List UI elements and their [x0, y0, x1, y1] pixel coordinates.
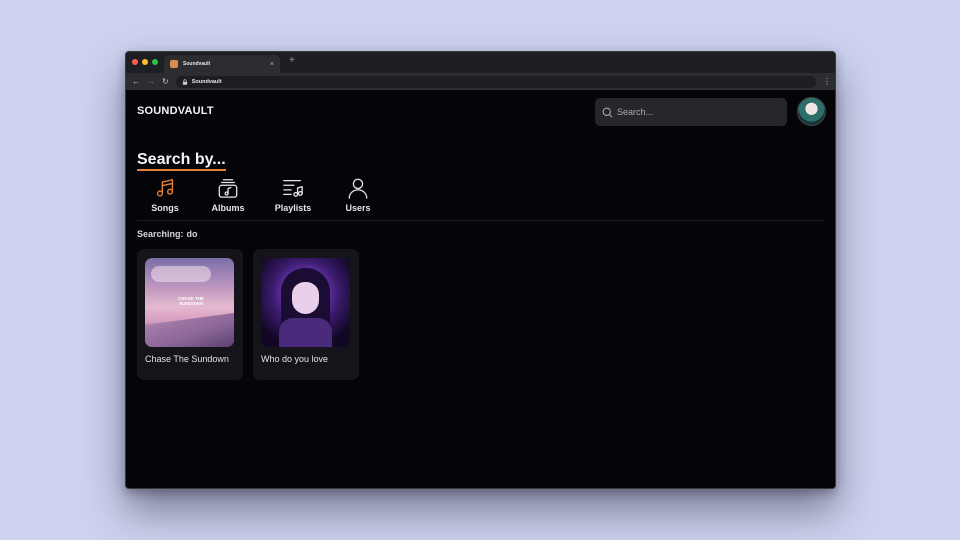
back-icon[interactable]: ←	[132, 77, 140, 86]
close-window-button[interactable]	[132, 59, 138, 65]
browser-menu-icon[interactable]: ⋮	[823, 77, 831, 86]
search-query: do	[186, 229, 198, 239]
searching-label: Searching:	[137, 229, 184, 239]
section-divider	[137, 220, 824, 221]
category-label: Users	[345, 203, 371, 213]
song-card[interactable]: CHASE THE SUNDOWN Chase The Sundown	[137, 249, 243, 380]
tab-title: Soundvault	[183, 61, 211, 67]
favicon-icon	[170, 60, 178, 68]
user-avatar[interactable]	[797, 97, 826, 126]
results-grid: CHASE THE SUNDOWN Chase The Sundown Who …	[137, 249, 359, 380]
url-field[interactable]: Soundvault	[175, 75, 816, 88]
new-tab-button[interactable]: +	[289, 56, 295, 66]
search-box[interactable]	[595, 98, 787, 126]
forward-icon[interactable]: →	[147, 77, 155, 86]
cover-title-art: CHASE THE SUNDOWN	[177, 296, 204, 306]
playlist-icon	[283, 180, 303, 197]
maximize-window-button[interactable]	[152, 59, 158, 65]
category-label: Playlists	[274, 203, 312, 213]
app-page: SOUNDVAULT Search by... Songs	[126, 90, 835, 488]
album-icon	[218, 179, 238, 198]
searching-status: Searching: do	[137, 229, 198, 239]
url-text: Soundvault	[191, 78, 222, 85]
minimize-window-button[interactable]	[142, 59, 148, 65]
search-input[interactable]	[617, 107, 777, 117]
lock-icon	[182, 78, 187, 85]
tab-bar: Soundvault × +	[126, 52, 835, 73]
browser-tab[interactable]: Soundvault ×	[164, 55, 280, 73]
category-label: Songs	[151, 203, 179, 213]
song-card[interactable]: Who do you love	[253, 249, 359, 380]
window-controls	[132, 59, 158, 65]
user-icon	[348, 178, 368, 199]
search-icon	[602, 107, 613, 117]
category-users[interactable]: Users	[328, 177, 388, 213]
tab-close-icon[interactable]: ×	[270, 61, 274, 68]
reload-icon[interactable]: ↻	[162, 77, 169, 86]
category-label: Albums	[211, 203, 245, 213]
category-albums[interactable]: Albums	[198, 177, 258, 213]
song-cover	[261, 258, 350, 347]
app-logo[interactable]: SOUNDVAULT	[137, 105, 214, 117]
cover-figure-face	[292, 282, 319, 314]
cover-road	[145, 313, 234, 347]
search-categories: Songs Albums Playlists Users	[137, 177, 393, 213]
song-cover: CHASE THE SUNDOWN	[145, 258, 234, 347]
song-title: Who do you love	[261, 354, 329, 364]
address-bar: ← → ↻ Soundvault ⋮	[126, 73, 835, 90]
music-note-icon	[156, 179, 174, 197]
song-title: Chase The Sundown	[145, 354, 229, 364]
cover-cloud	[151, 266, 211, 282]
cover-figure-body	[279, 318, 332, 347]
category-playlists[interactable]: Playlists	[263, 177, 323, 213]
search-by-heading: Search by...	[137, 151, 226, 171]
category-songs[interactable]: Songs	[137, 177, 193, 213]
browser-window: Soundvault × + ← → ↻ Soundvault ⋮ SOUNDV…	[125, 51, 836, 489]
